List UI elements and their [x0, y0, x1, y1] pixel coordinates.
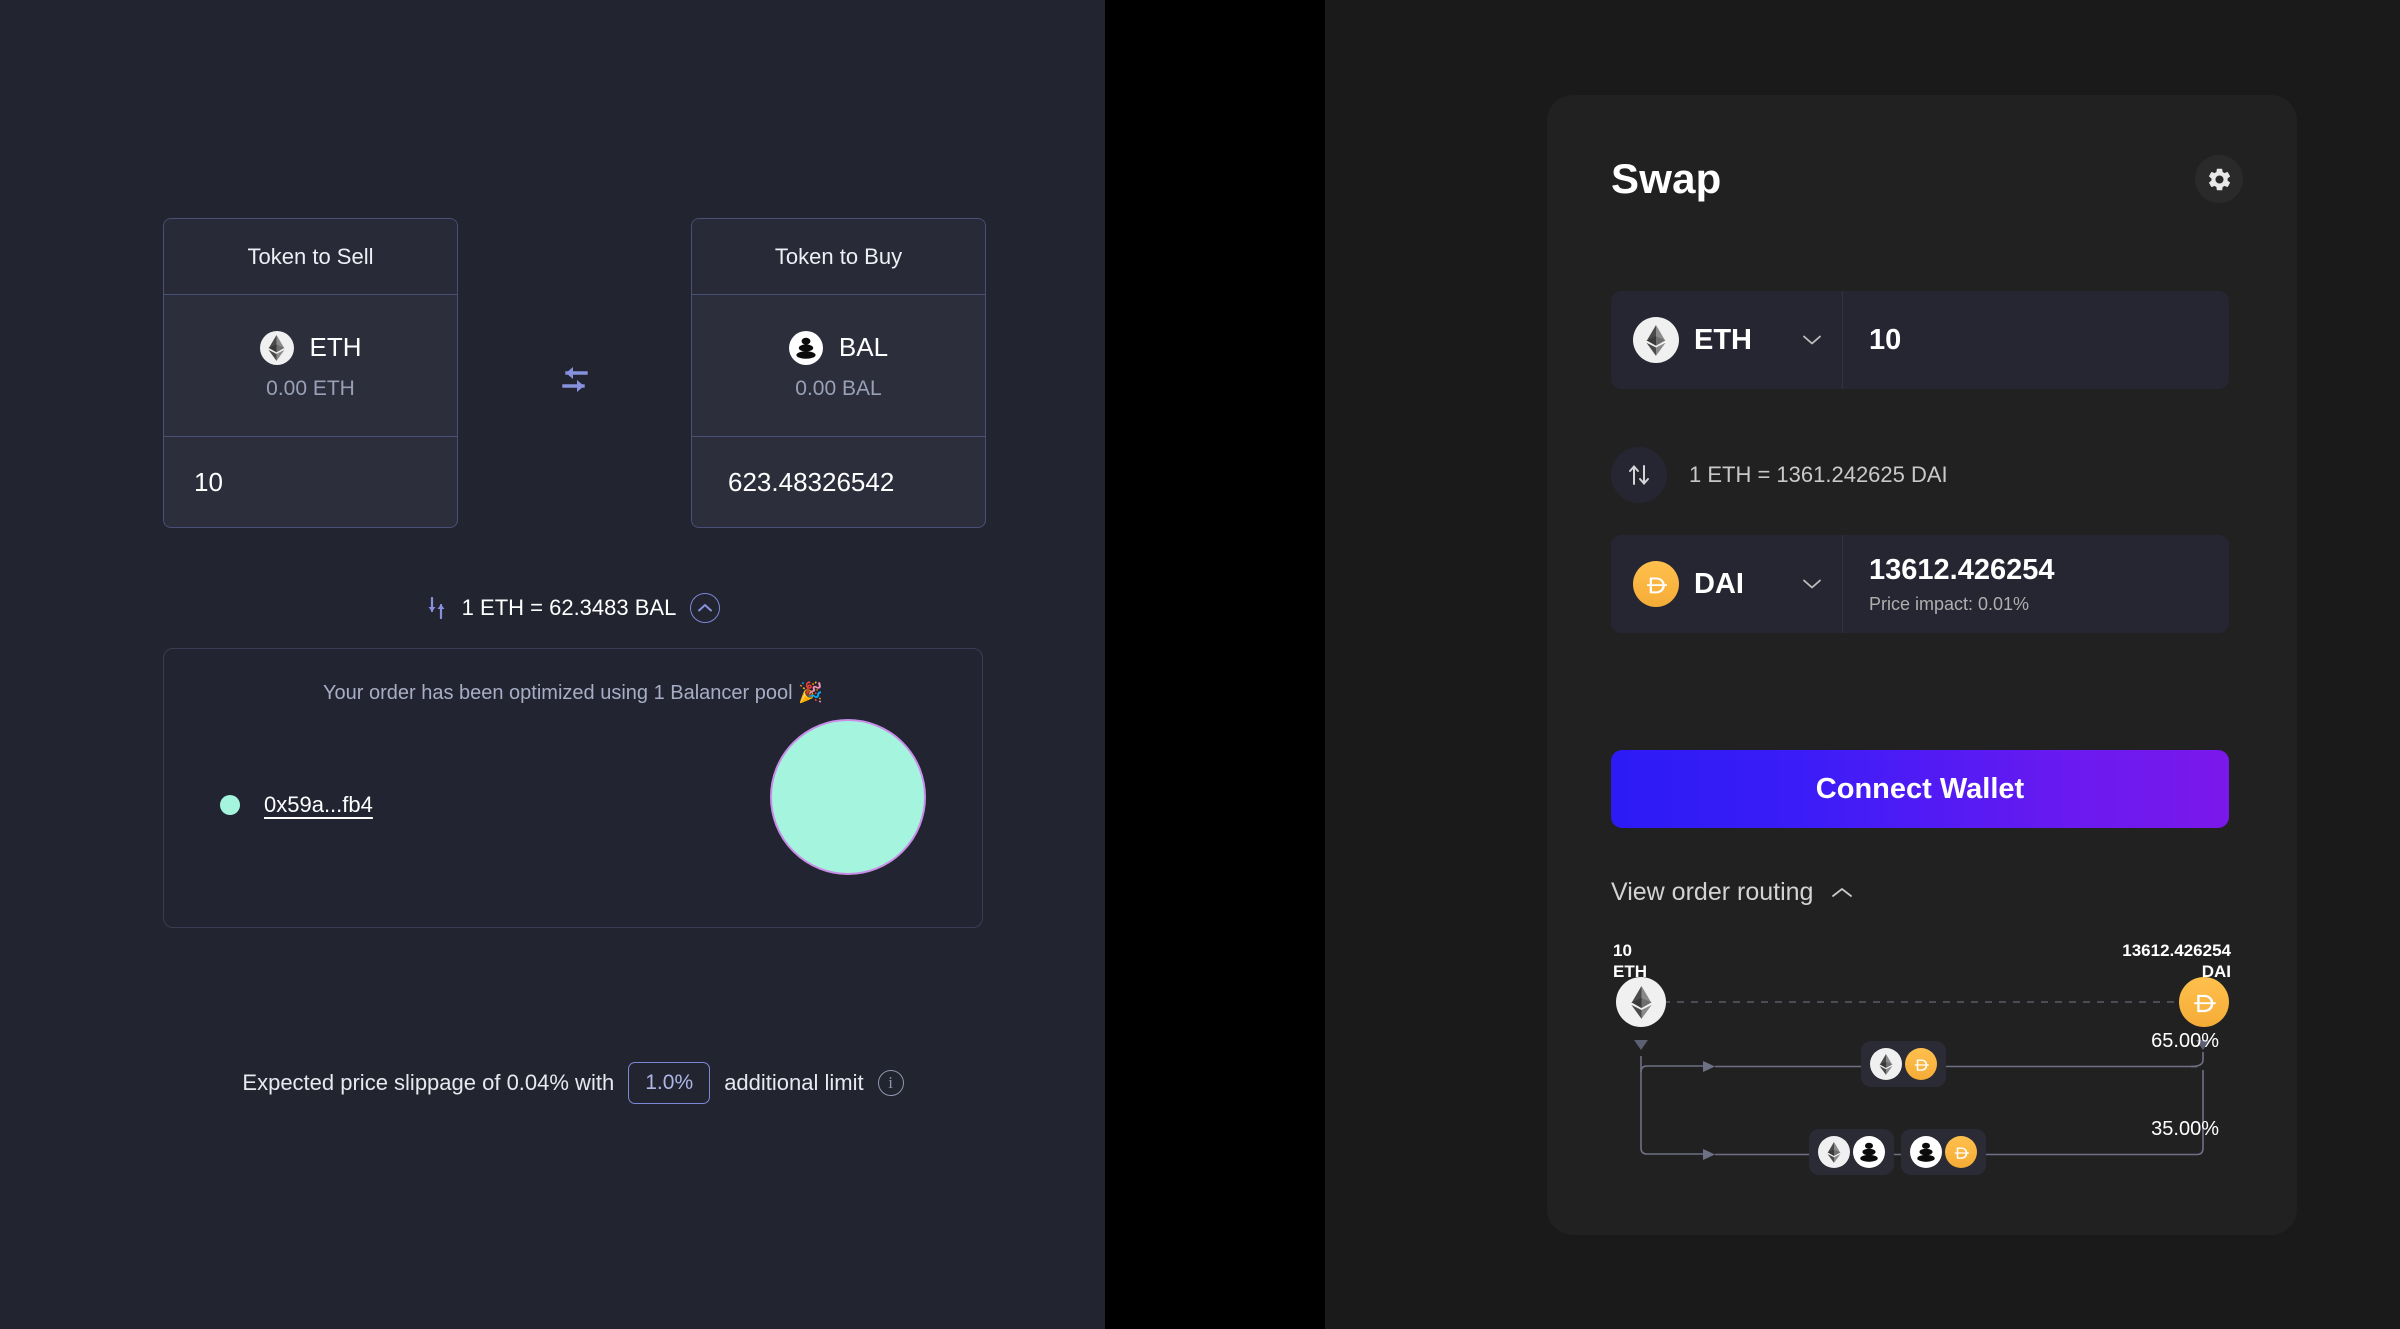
eth-icon — [1870, 1048, 1902, 1080]
token-to-sell-balance: 0.00 ETH — [266, 376, 355, 400]
sell-token-symbol: ETH — [1694, 323, 1752, 356]
swap-rate-row: 1 ETH = 1361.242625 DAI — [1611, 447, 1948, 503]
swap-card-header: Swap — [1611, 155, 2243, 203]
view-order-routing-label: View order routing — [1611, 878, 1814, 906]
info-icon[interactable]: i — [877, 1070, 904, 1096]
eth-icon — [1818, 1136, 1850, 1168]
slippage-row: Expected price slippage of 0.04% with ad… — [163, 1053, 983, 1113]
token-to-sell-symbol: ETH — [309, 332, 362, 362]
routing-pool-eth-dai[interactable] — [1861, 1041, 1946, 1087]
swap-arrows-icon[interactable] — [548, 360, 608, 400]
bal-icon — [1853, 1136, 1885, 1168]
swap-rate-text: 1 ETH = 1361.242625 DAI — [1689, 462, 1948, 487]
sell-amount-input[interactable]: 10 — [1869, 324, 2229, 357]
eth-icon — [1633, 317, 1679, 363]
chevron-down-icon[interactable] — [1802, 334, 1822, 346]
left-panel: Token to Sell ETH 0.00 ETH 10 Token to B… — [0, 0, 1105, 1329]
gear-icon[interactable] — [2195, 155, 2243, 203]
eth-icon — [259, 330, 294, 365]
buy-amount-input[interactable]: 13612.426254 — [1869, 554, 2229, 587]
token-to-sell-body[interactable]: ETH 0.00 ETH — [164, 295, 457, 437]
dai-icon — [1945, 1136, 1977, 1168]
chevron-down-icon[interactable] — [1802, 578, 1822, 590]
swap-buy-field: DAI 13612.426254 Price impact: 0.01% — [1611, 535, 2229, 633]
pool-distribution-pie-chart — [770, 719, 926, 875]
token-to-buy-header: Token to Buy — [692, 219, 985, 295]
slippage-input[interactable] — [628, 1062, 711, 1104]
token-to-buy-card[interactable]: Token to Buy BAL 0.00 BAL 623.48326542 — [691, 218, 986, 528]
token-to-buy-balance: 0.00 BAL — [795, 376, 882, 400]
token-to-sell-header: Token to Sell — [164, 219, 457, 295]
dai-icon — [1633, 561, 1679, 607]
pool-address-link[interactable]: 0x59a...fb4 — [264, 792, 373, 818]
buy-amount-wrapper[interactable]: 13612.426254 Price impact: 0.01% — [1843, 535, 2229, 633]
updown-arrows-icon[interactable] — [426, 595, 448, 621]
connect-wallet-button[interactable]: Connect Wallet — [1611, 750, 2229, 828]
token-to-sell-card[interactable]: Token to Sell ETH 0.00 ETH 10 — [163, 218, 458, 528]
token-to-sell-token[interactable]: ETH — [259, 330, 362, 365]
routing-branch-1-percent: 65.00% — [2151, 1030, 2219, 1052]
slippage-suffix-label: additional limit — [724, 1070, 864, 1095]
exchange-rate-text: 1 ETH = 62.3483 BAL — [461, 595, 677, 620]
price-impact-label: Price impact: 0.01% — [1869, 593, 2030, 614]
routing-pool-bal-dai[interactable] — [1901, 1129, 1986, 1175]
optimization-title: Your order has been optimized using 1 Ba… — [322, 682, 824, 704]
panel-divider-gap — [1105, 0, 1325, 1329]
token-to-sell-amount[interactable]: 10 — [164, 437, 457, 527]
chevron-up-icon[interactable] — [1831, 886, 1853, 899]
page-title: Swap — [1611, 155, 1722, 202]
token-to-buy-token[interactable]: BAL — [788, 330, 889, 365]
slippage-prefix-label: Expected price slippage of 0.04% with — [242, 1070, 615, 1095]
swap-card: Swap ETH 10 1 ETH = 1361.242625 DAI DAI … — [1547, 95, 2297, 1235]
app-root: Token to Sell ETH 0.00 ETH 10 Token to B… — [0, 0, 2400, 1329]
swap-sell-field: ETH 10 — [1611, 291, 2229, 389]
bal-icon — [1910, 1136, 1942, 1168]
token-to-buy-amount[interactable]: 623.48326542 — [692, 437, 985, 527]
order-routing-diagram: 10 ETH 13612.426254 DAI 65.00% 35.00% — [1611, 940, 2231, 1200]
buy-token-symbol: DAI — [1694, 567, 1744, 600]
chevron-up-icon[interactable] — [690, 593, 721, 623]
routing-pool-eth-bal[interactable] — [1809, 1129, 1894, 1175]
dai-icon — [1905, 1048, 1937, 1080]
token-to-buy-symbol: BAL — [838, 332, 889, 362]
dai-icon — [2179, 977, 2229, 1027]
eth-icon — [1616, 977, 1666, 1027]
view-order-routing-toggle[interactable]: View order routing — [1611, 878, 1853, 907]
sell-token-selector[interactable]: ETH — [1611, 291, 1843, 389]
token-to-buy-body[interactable]: BAL 0.00 BAL — [692, 295, 985, 437]
up-down-arrows-icon[interactable] — [1611, 447, 1667, 503]
bal-icon — [788, 330, 823, 365]
order-optimization-panel: Your order has been optimized using 1 Ba… — [163, 648, 983, 928]
right-panel: Swap ETH 10 1 ETH = 1361.242625 DAI DAI … — [1325, 0, 2400, 1329]
routing-branch-2-percent: 35.00% — [2151, 1118, 2219, 1140]
buy-token-selector[interactable]: DAI — [1611, 535, 1843, 633]
pool-color-dot — [220, 795, 240, 815]
sell-amount-wrapper[interactable]: 10 — [1843, 291, 2229, 389]
exchange-rate-row: 1 ETH = 62.3483 BAL — [163, 588, 983, 628]
